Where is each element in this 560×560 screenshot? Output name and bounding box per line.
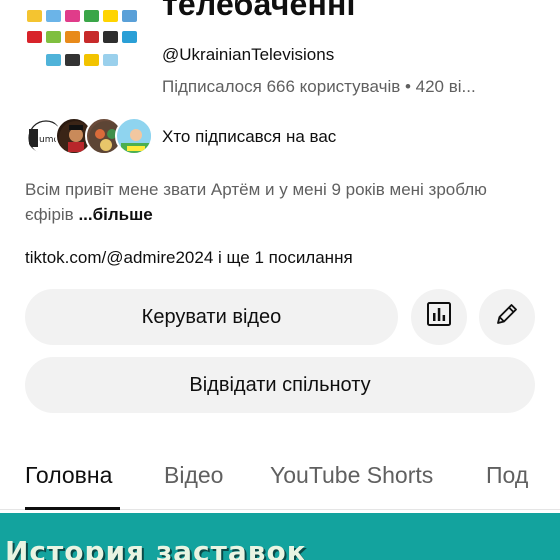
description-more-link[interactable]: ...більше [78, 205, 152, 224]
tv-logo-tile [84, 10, 99, 22]
manage-videos-button[interactable]: Керувати відео [25, 289, 398, 345]
channel-stats: Підписалося 666 користувачів • 420 ві... [162, 77, 476, 96]
visit-community-button[interactable]: Відвідати спільноту [25, 357, 535, 413]
tiktok-link[interactable]: tiktok.com/@admire2024 [25, 248, 213, 267]
tv-logo-tile [46, 10, 61, 22]
tv-logo-tile [27, 10, 42, 22]
tv-logo-tile [46, 54, 61, 66]
tv-logo-tile [65, 10, 80, 22]
video-thumbnail[interactable]: История заставок [0, 513, 560, 560]
tab-videos[interactable]: Відео [164, 462, 223, 489]
edit-channel-button[interactable] [479, 289, 535, 345]
subscriber-avatar [115, 117, 153, 155]
channel-avatar[interactable] [22, 0, 142, 75]
tv-logo-tile [103, 10, 118, 22]
visit-community-label: Відвідати спільноту [189, 373, 371, 396]
manage-videos-label: Керувати відео [141, 305, 282, 328]
tv-logo-tile [65, 54, 80, 66]
tv-logo-tile [46, 31, 61, 43]
tv-logo-tile [27, 31, 42, 43]
channel-handle: @UkrainianTelevisions [162, 45, 335, 64]
channel-name: телебаченні [162, 0, 356, 22]
analytics-button[interactable] [411, 289, 467, 345]
tab-podcasts[interactable]: Под [486, 462, 528, 489]
subscribers-label: Хто підписався на вас [162, 127, 337, 146]
channel-links[interactable]: tiktok.com/@admire2024 і ще 1 посилання [25, 248, 353, 268]
tv-logo-tile [84, 31, 99, 43]
tv-logo-tile [122, 10, 137, 22]
more-links-label: і ще 1 посилання [213, 248, 353, 267]
tv-logo-tile [122, 31, 137, 43]
tv-logo-tile [65, 31, 80, 43]
tab-shorts[interactable]: YouTube Shorts [270, 462, 433, 489]
channel-description[interactable]: Всім привіт мене звати Артём и у мені 9 … [25, 177, 525, 227]
bar-chart-icon [425, 300, 453, 334]
tv-logo-tile [84, 54, 99, 66]
tv-logo-tile [103, 31, 118, 43]
thumbnail-title: История заставок [5, 535, 307, 560]
pencil-icon [492, 299, 522, 335]
subscribers-row[interactable]: umd Хто підписався на вас [25, 117, 545, 157]
tv-logo-tile [103, 54, 118, 66]
channel-tabs: Головна Відео YouTube Shorts Под [0, 440, 560, 510]
active-tab-indicator [25, 507, 120, 510]
tab-home[interactable]: Головна [25, 462, 112, 489]
